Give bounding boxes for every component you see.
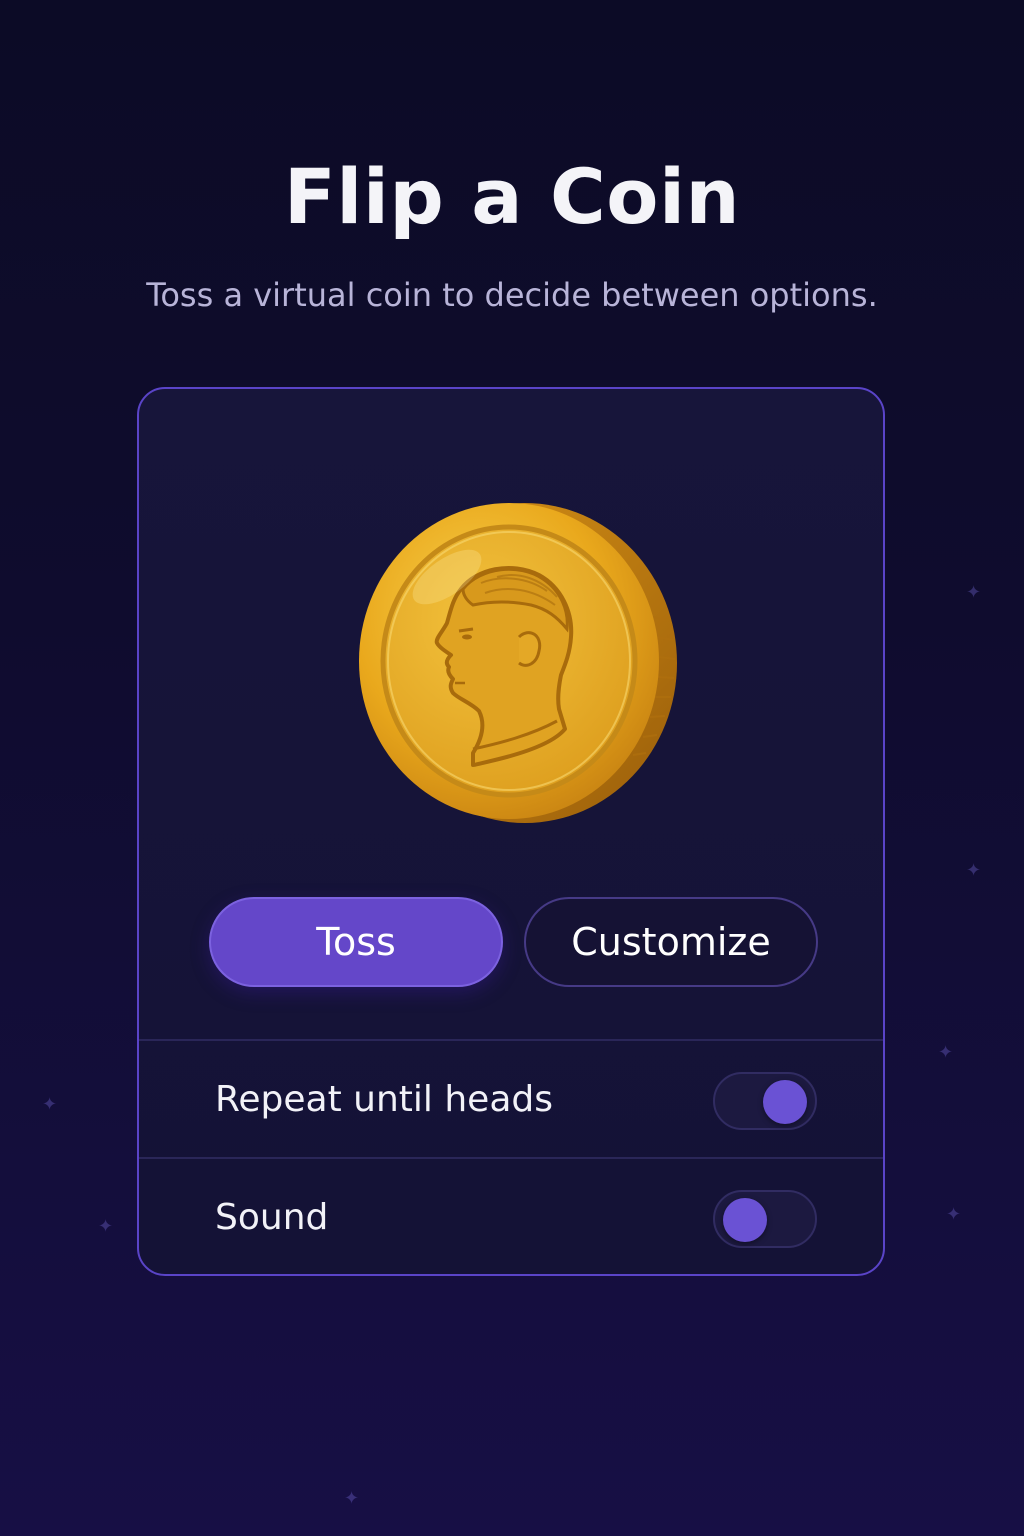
sparkle-icon: ✦ xyxy=(966,582,982,603)
sparkle-icon: ✦ xyxy=(98,1216,114,1237)
sound-toggle[interactable] xyxy=(713,1190,817,1248)
coin-heads-portrait-icon[interactable] xyxy=(351,497,681,827)
repeat-until-heads-toggle[interactable] xyxy=(713,1072,817,1130)
toss-button[interactable]: Toss xyxy=(209,897,503,987)
sparkle-icon: ✦ xyxy=(946,1204,962,1225)
page-title: Flip a Coin xyxy=(283,152,741,241)
sparkle-icon: ✦ xyxy=(966,860,982,881)
sparkle-icon: ✦ xyxy=(344,1488,360,1509)
page-subtitle: Toss a virtual coin to decide between op… xyxy=(146,276,878,314)
toggle-knob xyxy=(723,1198,767,1242)
sparkle-icon: ✦ xyxy=(42,1094,58,1115)
setting-row-repeat-until-heads: Repeat until heads xyxy=(139,1041,883,1157)
setting-row-sound: Sound xyxy=(139,1159,883,1274)
setting-label: Sound xyxy=(215,1196,329,1238)
customize-button[interactable]: Customize xyxy=(524,897,818,987)
setting-label: Repeat until heads xyxy=(215,1078,553,1120)
toggle-knob xyxy=(763,1080,807,1124)
sparkle-icon: ✦ xyxy=(938,1042,954,1063)
coin-card: Toss Customize Repeat until heads Sound xyxy=(137,387,885,1276)
